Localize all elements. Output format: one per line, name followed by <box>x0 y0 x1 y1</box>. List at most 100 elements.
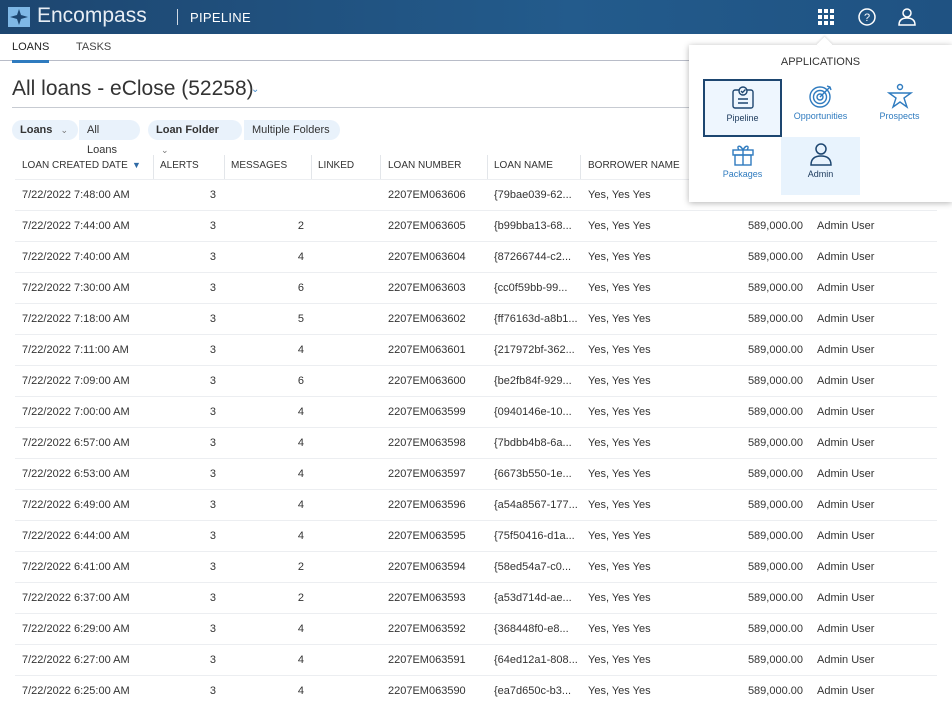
apps-grid-icon[interactable] <box>816 7 836 27</box>
chevron-down-icon: ⌄ <box>161 145 169 155</box>
column-header-linked[interactable]: LINKED <box>318 160 354 174</box>
cell-loan-number: 2207EM063599 <box>388 406 466 418</box>
cell-loan-name: {b99bba13-68... <box>494 220 572 232</box>
table-row[interactable]: 7/22/2022 6:37:00 AM 3 2 2207EM063593 {a53d7… <box>15 582 937 613</box>
sort-desc-icon[interactable]: ▼ <box>132 160 141 174</box>
filter-folder-value[interactable]: Multiple Folders <box>244 120 340 140</box>
filter-loans-value[interactable]: All Loans <box>79 120 140 156</box>
view-dropdown-chevron-icon[interactable]: ⌄ <box>251 84 259 95</box>
cell-loan-created-date: 7/22/2022 7:30:00 AM <box>22 282 130 294</box>
chevron-down-icon: ⌄ <box>60 125 69 135</box>
cell-borrower-name: Yes, Yes Yes <box>588 282 651 294</box>
table-row[interactable]: 7/22/2022 7:00:00 AM 3 4 2207EM063599 {09401… <box>15 396 937 427</box>
cell-loan-officer: Admin User <box>817 685 875 697</box>
top-bar: Encompass PIPELINE ? <box>0 0 952 34</box>
cell-messages: 4 <box>297 623 304 635</box>
cell-loan-number: 2207EM063601 <box>388 344 466 356</box>
cell-loan-amount: 589,000.00 <box>747 406 803 418</box>
table-row[interactable]: 7/22/2022 6:27:00 AM 3 4 2207EM063591 {64ed1… <box>15 644 937 675</box>
cell-loan-amount: 589,000.00 <box>747 530 803 542</box>
cell-loan-name: {58ed54a7-c0... <box>494 561 572 573</box>
table-row[interactable]: 7/22/2022 6:49:00 AM 3 4 2207EM063596 {a54a8… <box>15 489 937 520</box>
cell-loan-name: {be2fb84f-929... <box>494 375 572 387</box>
cell-alerts: 3 <box>209 499 216 511</box>
cell-loan-name: {a54a8567-177... <box>494 499 578 511</box>
table-row[interactable]: 7/22/2022 7:09:00 AM 3 6 2207EM063600 {be2fb… <box>15 365 937 396</box>
table-row[interactable]: 7/22/2022 7:18:00 AM 3 5 2207EM063602 {ff761… <box>15 303 937 334</box>
cell-borrower-name: Yes, Yes Yes <box>588 344 651 356</box>
app-tile-prospects[interactable]: Prospects <box>860 79 939 137</box>
cell-messages: 4 <box>297 654 304 666</box>
cell-alerts: 3 <box>209 685 216 697</box>
cell-alerts: 3 <box>209 561 216 573</box>
cell-messages: 6 <box>297 282 304 294</box>
cell-loan-officer: Admin User <box>817 375 875 387</box>
table-row[interactable]: 7/22/2022 6:53:00 AM 3 4 2207EM063597 {6673b… <box>15 458 937 489</box>
cell-alerts: 3 <box>209 623 216 635</box>
cell-borrower-name: Yes, Yes Yes <box>588 530 651 542</box>
cell-borrower-name: Yes, Yes Yes <box>588 313 651 325</box>
cell-alerts: 3 <box>209 530 216 542</box>
table-row[interactable]: 7/22/2022 7:30:00 AM 3 6 2207EM063603 {cc0f5… <box>15 272 937 303</box>
cell-loan-created-date: 7/22/2022 6:37:00 AM <box>22 592 130 604</box>
app-tile-opportunities[interactable]: Opportunities <box>781 79 860 137</box>
cell-loan-officer: Admin User <box>817 592 875 604</box>
table-row[interactable]: 7/22/2022 6:44:00 AM 3 4 2207EM063595 {75f50… <box>15 520 937 551</box>
table-row[interactable]: 7/22/2022 7:44:00 AM 3 2 2207EM063605 {b99bb… <box>15 210 937 241</box>
cell-loan-amount: 589,000.00 <box>747 654 803 666</box>
cell-loan-created-date: 7/22/2022 7:40:00 AM <box>22 251 130 263</box>
cell-alerts: 3 <box>209 468 216 480</box>
cell-loan-number: 2207EM063602 <box>388 313 466 325</box>
cell-borrower-name: Yes, Yes Yes <box>588 375 651 387</box>
app-tile-packages[interactable]: Packages <box>703 137 782 195</box>
cell-alerts: 3 <box>209 375 216 387</box>
column-header-messages[interactable]: MESSAGES <box>231 160 287 174</box>
table-row[interactable]: 7/22/2022 6:25:00 AM 3 4 2207EM063590 {ea7d6… <box>15 675 937 706</box>
filter-loans-dropdown[interactable]: Loans ⌄ <box>12 120 78 140</box>
app-label: Pipeline <box>726 113 759 123</box>
cell-loan-created-date: 7/22/2022 6:57:00 AM <box>22 437 130 449</box>
cell-alerts: 3 <box>209 313 216 325</box>
cell-messages: 4 <box>297 468 304 480</box>
tab-loans[interactable]: LOANS <box>12 41 50 63</box>
app-tile-pipeline[interactable]: Pipeline <box>703 79 782 137</box>
cell-alerts: 3 <box>209 189 216 201</box>
table-row[interactable]: 7/22/2022 6:41:00 AM 3 2 2207EM063594 {58ed5… <box>15 551 937 582</box>
table-row[interactable]: 7/22/2022 7:11:00 AM 3 4 2207EM063601 {21797… <box>15 334 937 365</box>
cell-loan-officer: Admin User <box>817 344 875 356</box>
cell-alerts: 3 <box>209 220 216 232</box>
table-row[interactable]: 7/22/2022 7:40:00 AM 3 4 2207EM063604 {87266… <box>15 241 937 272</box>
help-icon[interactable]: ? <box>857 7 877 27</box>
column-header-loan-number[interactable]: LOAN NUMBER <box>388 160 461 174</box>
cell-loan-number: 2207EM063594 <box>388 561 466 573</box>
cell-loan-amount: 589,000.00 <box>747 685 803 697</box>
table-row[interactable]: 7/22/2022 6:29:00 AM 3 4 2207EM063592 {36844… <box>15 613 937 644</box>
cell-messages: 4 <box>297 437 304 449</box>
star-person-icon <box>886 83 913 109</box>
cell-alerts: 3 <box>209 282 216 294</box>
cell-messages: 6 <box>297 375 304 387</box>
app-label: Opportunities <box>793 111 848 121</box>
column-header-borrower-name[interactable]: BORROWER NAME <box>588 160 680 174</box>
table-row[interactable]: 7/22/2022 6:57:00 AM 3 4 2207EM063598 {7bdbb… <box>15 427 937 458</box>
user-profile-icon[interactable] <box>897 7 917 27</box>
cell-messages: 2 <box>297 561 304 573</box>
cell-loan-amount: 589,000.00 <box>747 313 803 325</box>
cell-loan-number: 2207EM063595 <box>388 530 466 542</box>
column-header-alerts[interactable]: ALERTS <box>160 160 199 174</box>
divider <box>580 155 581 179</box>
cell-loan-amount: 589,000.00 <box>747 220 803 232</box>
app-name: PIPELINE <box>190 10 251 25</box>
cell-loan-amount: 589,000.00 <box>747 623 803 635</box>
target-icon <box>808 85 832 108</box>
filter-folder-dropdown[interactable]: Loan Folder ⌄ <box>148 120 242 155</box>
column-header-loan-created-date[interactable]: LOAN CREATED DATE <box>22 160 128 174</box>
tab-tasks[interactable]: TASKS <box>76 41 111 53</box>
cell-loan-number: 2207EM063590 <box>388 685 466 697</box>
divider <box>487 155 488 179</box>
column-header-loan-name[interactable]: LOAN NAME <box>494 160 553 174</box>
cell-loan-amount: 589,000.00 <box>747 561 803 573</box>
cell-loan-created-date: 7/22/2022 7:44:00 AM <box>22 220 130 232</box>
app-tile-admin[interactable]: Admin <box>781 137 860 195</box>
cell-loan-created-date: 7/22/2022 7:09:00 AM <box>22 375 130 387</box>
